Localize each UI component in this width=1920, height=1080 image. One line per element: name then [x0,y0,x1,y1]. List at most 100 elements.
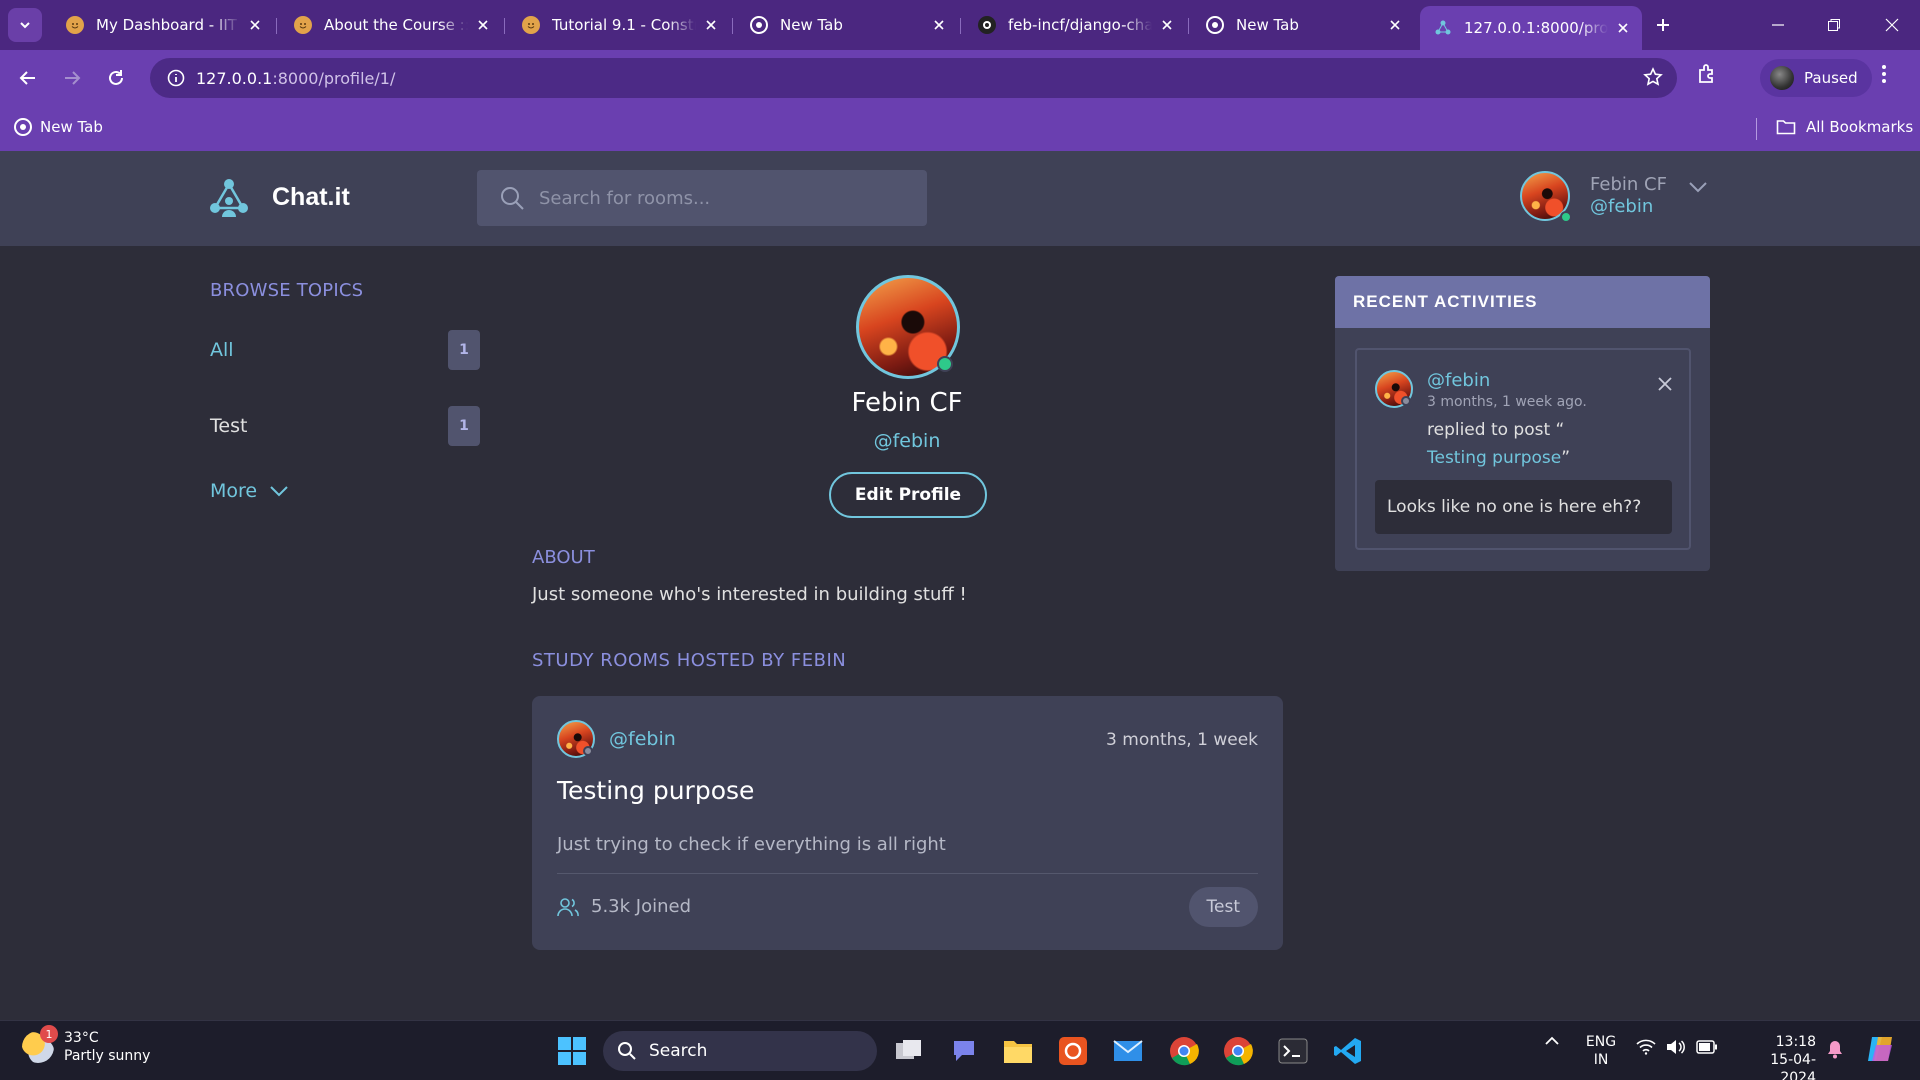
weather-widget[interactable]: 1 33°C Partly sunny [22,1025,150,1065]
close-tab-icon[interactable] [1158,16,1176,34]
close-icon [1885,18,1899,32]
terminal-icon[interactable] [1275,1033,1311,1069]
about-text: Just someone who's interested in buildin… [532,584,967,605]
taskbar-search[interactable]: Search [603,1031,877,1071]
search-input[interactable] [539,187,899,209]
clock-date: 15-04-2024 [1770,1052,1816,1080]
joined-count: 5.3k Joined [591,896,692,917]
tab-title: New Tab [1236,16,1299,34]
close-tab-icon[interactable] [1614,19,1632,37]
topic-item[interactable]: All 1 [210,330,480,370]
battery-icon[interactable] [1696,1040,1718,1058]
avatar[interactable] [1375,370,1413,408]
browser-tab[interactable]: About the Course :: II [280,8,502,42]
volume-icon[interactable] [1666,1039,1686,1059]
wifi-icon[interactable] [1636,1039,1656,1059]
minimize-button[interactable] [1758,10,1798,40]
divider [557,873,1258,874]
topic-count: 1 [448,330,480,370]
mail-icon[interactable] [1110,1033,1146,1069]
back-button[interactable] [12,62,44,94]
restore-button[interactable] [1814,10,1854,40]
language-indicator[interactable]: ENG IN [1584,1033,1618,1069]
address-bar[interactable]: 127.0.0.1:8000/profile/1/ [150,58,1677,98]
chrome-icon[interactable] [1166,1033,1202,1069]
bookmark-star-icon[interactable] [1643,67,1663,91]
avatar[interactable] [1520,171,1572,223]
browser-tab[interactable]: My Dashboard - IIT M [52,8,274,42]
new-tab-button[interactable] [1650,12,1676,38]
restore-icon [1828,19,1840,31]
emoji-favicon-icon [294,16,312,34]
close-tab-icon[interactable] [702,16,720,34]
browser-tab[interactable]: New Tab [736,8,958,42]
close-tab-icon[interactable] [474,16,492,34]
room-description: Just trying to check if everything is al… [557,834,946,855]
weather-text: 33°C Partly sunny [64,1029,150,1065]
close-icon[interactable] [1657,376,1673,396]
browser-tab[interactable]: feb-incf/django-chat [964,8,1186,42]
weather-icon: 1 [22,1025,58,1063]
chrome-profile-icon[interactable] [1220,1033,1256,1069]
room-topic-tag[interactable]: Test [1188,887,1258,927]
vscode-icon[interactable] [1330,1033,1366,1069]
chat-icon[interactable] [946,1033,982,1069]
emoji-favicon-icon [66,16,84,34]
copilot-icon[interactable] [1864,1033,1896,1069]
room-search[interactable] [477,170,927,226]
edit-profile-button[interactable]: Edit Profile [829,472,987,518]
windows-icon [558,1037,586,1065]
all-bookmarks-button[interactable]: All Bookmarks [1776,118,1913,136]
close-tab-icon[interactable] [1386,16,1404,34]
show-hidden-icons[interactable] [1544,1033,1560,1053]
site-info-icon[interactable] [156,69,196,87]
browser-tab[interactable]: New Tab [1192,8,1414,42]
bookmark-new-tab[interactable]: New Tab [14,118,103,136]
activity-action: replied to post “ [1427,420,1565,440]
tab-divider [504,18,505,34]
tab-title: About the Course :: II [324,16,468,34]
search-icon [618,1042,636,1060]
user-handle: @febin [1590,196,1654,217]
tab-divider [276,18,277,34]
close-tab-icon[interactable] [246,16,264,34]
activity-quote-end: ” [1561,448,1571,468]
emoji-favicon-icon [522,16,540,34]
browser-tab[interactable]: Tutorial 9.1 - Constra [508,8,730,42]
file-explorer-icon[interactable] [1000,1033,1036,1069]
room-card[interactable]: @febin 3 months, 1 week Testing purpose … [532,696,1283,950]
avatar[interactable] [557,720,595,758]
status-indicator [1401,396,1411,406]
tab-title: 127.0.0.1:8000/profile [1464,19,1608,37]
browser-profile-button[interactable]: Paused [1760,59,1872,97]
forward-button[interactable] [56,62,88,94]
arrow-left-icon [19,71,35,85]
users-icon [557,897,579,916]
close-tab-icon[interactable] [930,16,948,34]
notification-bell-icon[interactable] [1826,1039,1844,1063]
app-logo[interactable]: Chat.it [208,177,350,217]
more-menu-icon[interactable] [1880,62,1888,90]
more-topics-button[interactable]: More [210,480,289,502]
topic-item[interactable]: Test 1 [210,406,480,446]
ubuntu-icon[interactable] [1055,1033,1091,1069]
about-heading: ABOUT [532,547,595,568]
chevron-down-icon[interactable] [1688,179,1708,198]
close-window-button[interactable] [1872,10,1912,40]
browser-tab-active[interactable]: 127.0.0.1:8000/profile [1420,6,1642,50]
room-title[interactable]: Testing purpose [557,776,754,805]
room-host[interactable]: @febin [609,728,676,750]
system-clock[interactable]: 13:18 15-04-2024 [1738,1033,1816,1080]
reload-button[interactable] [100,62,132,94]
task-view-icon[interactable] [891,1033,927,1069]
temperature: 33°C [64,1030,99,1046]
user-menu[interactable]: Febin CF @febin [1520,171,1707,223]
bookmark-divider [1756,118,1757,140]
extensions-icon[interactable] [1696,62,1720,90]
tab-search-button[interactable] [8,8,42,42]
online-indicator [937,356,953,372]
activity-post-link[interactable]: Testing purpose [1427,448,1561,468]
activity-user[interactable]: @febin [1427,370,1490,391]
tab-title: My Dashboard - IIT M [96,16,240,34]
start-button[interactable] [554,1033,590,1069]
